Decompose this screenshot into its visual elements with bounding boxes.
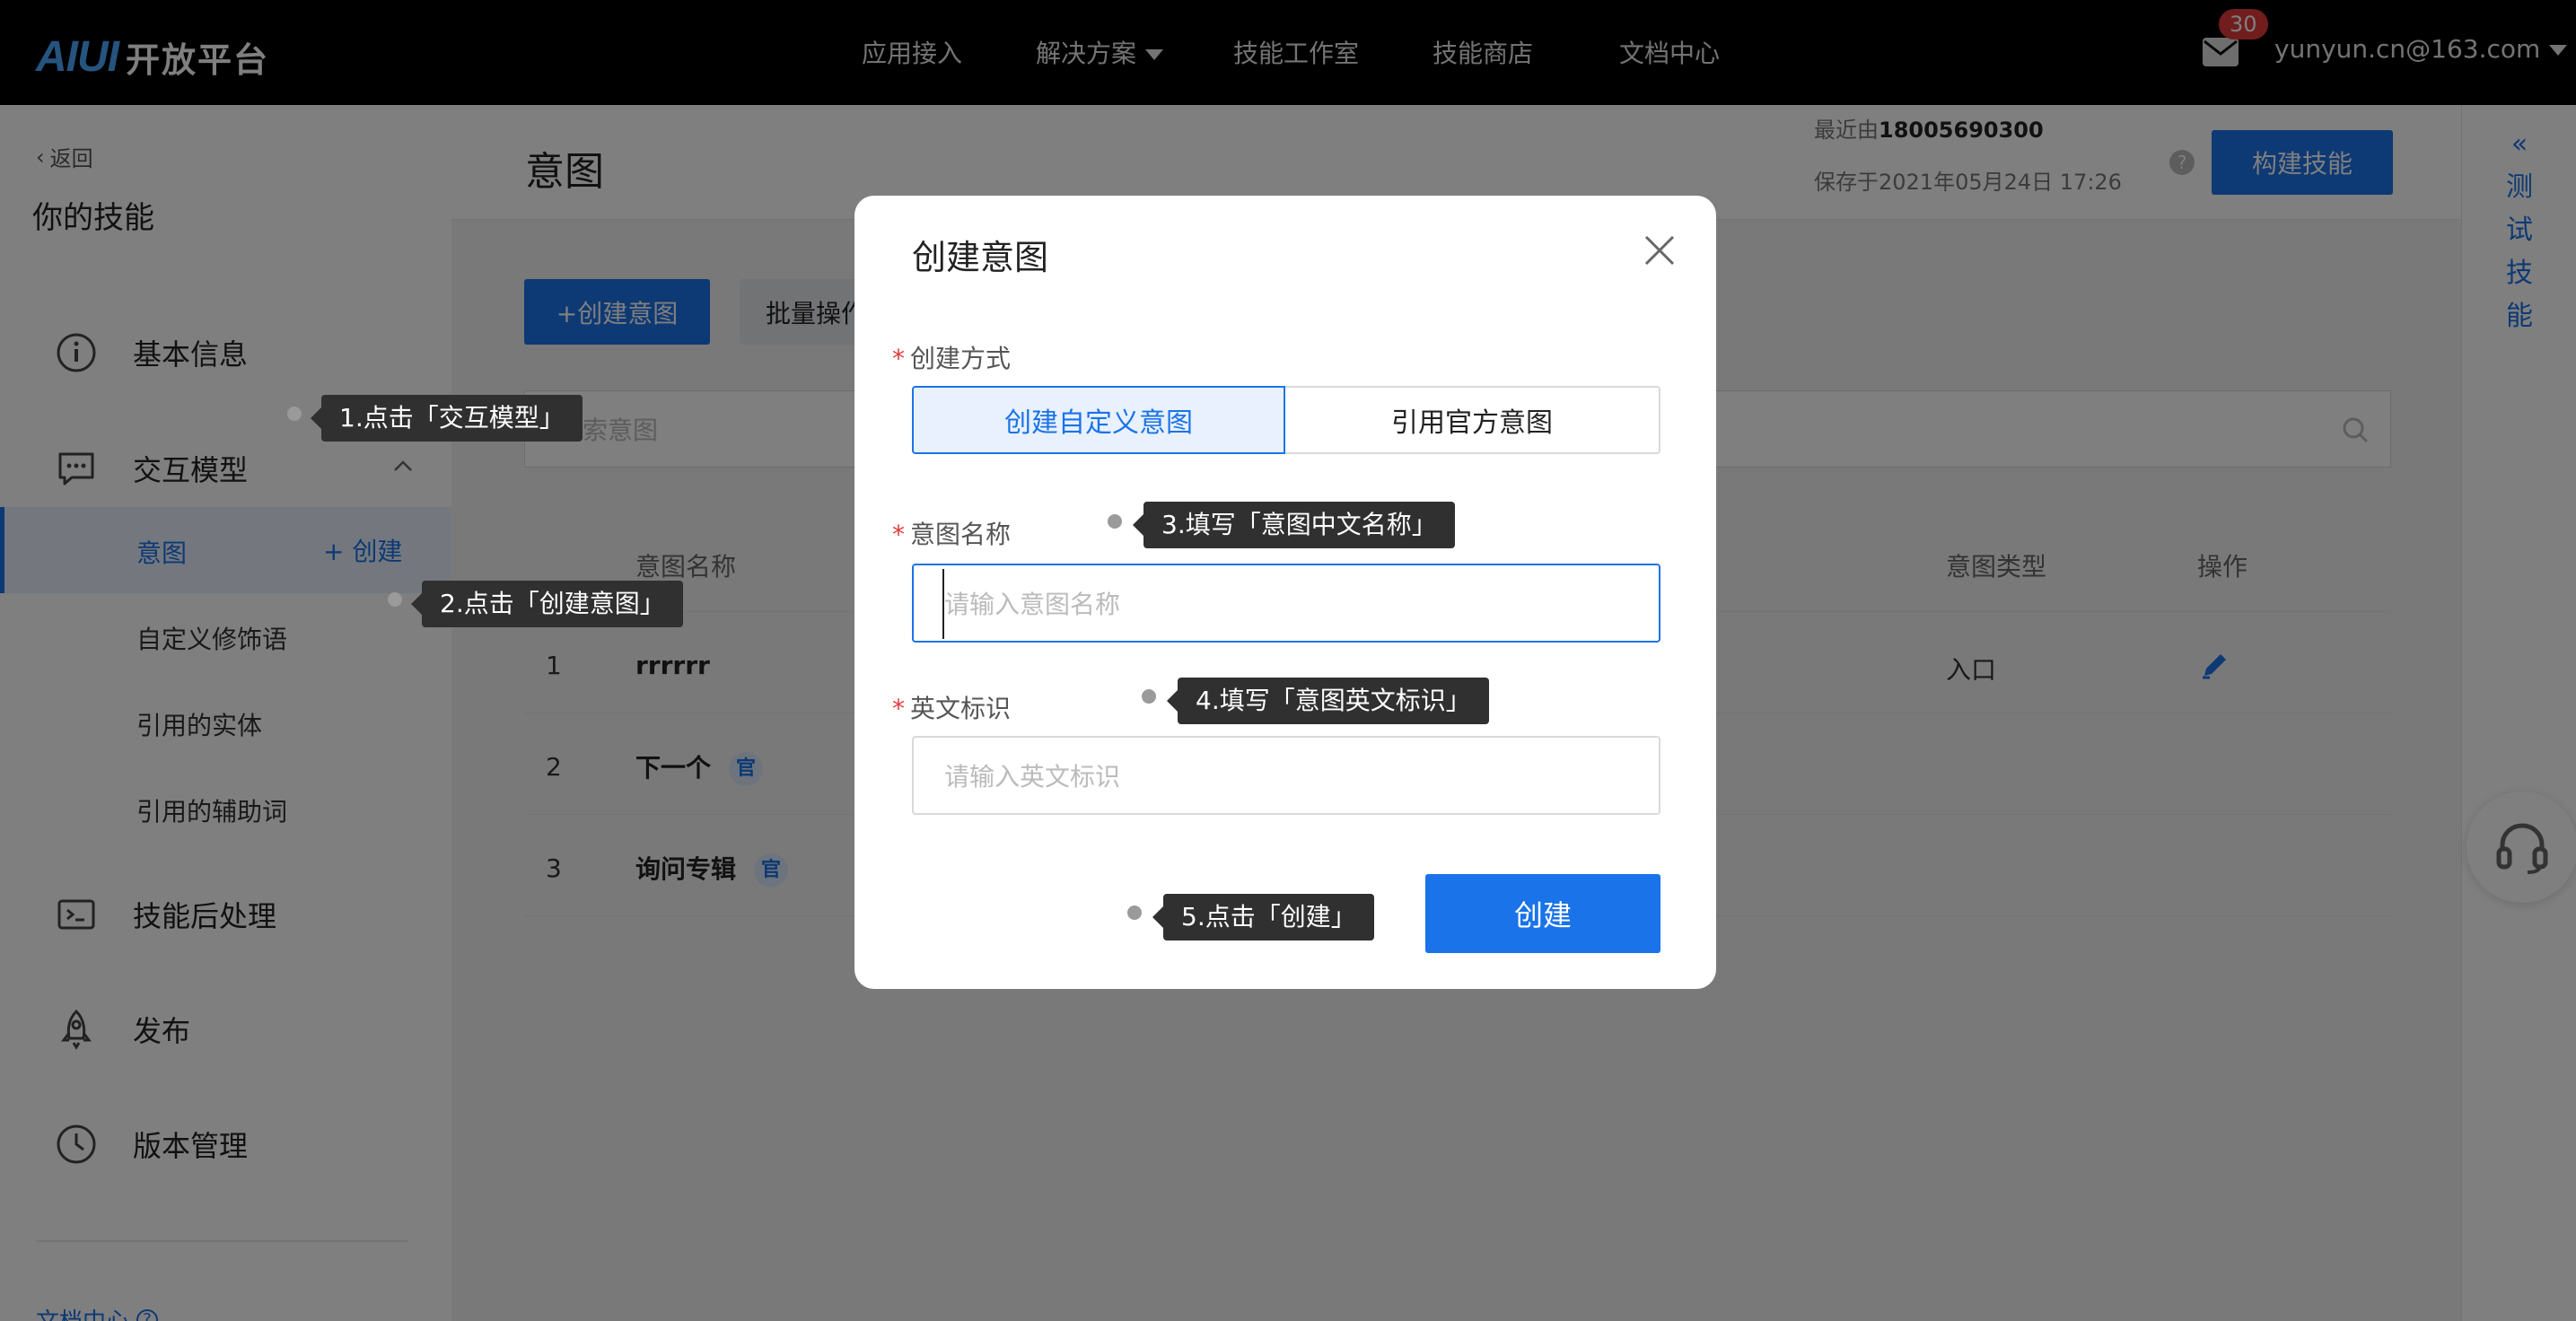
create-button[interactable]: 创建: [1425, 874, 1660, 953]
guide-tip-1: 1.点击「交互模型」: [311, 395, 583, 442]
required-mark: *: [892, 694, 905, 723]
close-icon[interactable]: [1643, 233, 1677, 267]
english-label: * 英文标识: [892, 689, 1011, 725]
method-custom-option[interactable]: 创建自定义意图: [912, 386, 1285, 454]
tip-dot: [1142, 689, 1156, 704]
intent-name-input[interactable]: 请输入意图名称: [912, 564, 1660, 643]
method-official-option[interactable]: 引用官方意图: [1285, 386, 1660, 454]
tip-dot: [1108, 514, 1122, 529]
tip-dot: [388, 592, 402, 607]
english-id-placeholder: 请输入英文标识: [944, 762, 1121, 792]
name-label: * 意图名称: [892, 515, 1011, 551]
name-label-text: 意图名称: [910, 520, 1012, 549]
text-cursor: [942, 569, 944, 639]
guide-tip-2: 2.点击「创建意图」: [411, 581, 683, 627]
intent-name-placeholder: 请输入意图名称: [944, 590, 1121, 619]
tip-dot: [1127, 905, 1142, 920]
guide-tip-4: 4.填写「意图英文标识」: [1167, 678, 1489, 724]
english-id-input[interactable]: 请输入英文标识: [912, 736, 1660, 815]
guide-tip-3: 3.填写「意图中文名称」: [1133, 502, 1455, 548]
method-label-text: 创建方式: [910, 344, 1012, 373]
create-intent-dialog: 创建意图 * 创建方式 创建自定义意图 引用官方意图 * 意图名称 请输入意图名称 …: [854, 196, 1716, 989]
required-mark: *: [892, 344, 905, 373]
tip-dot: [287, 407, 302, 421]
dialog-title: 创建意图: [912, 238, 1049, 277]
guide-tip-5: 5.点击「创建」: [1152, 894, 1374, 940]
english-label-text: 英文标识: [910, 694, 1012, 723]
required-mark: *: [892, 520, 905, 549]
method-label: * 创建方式: [892, 339, 1011, 375]
